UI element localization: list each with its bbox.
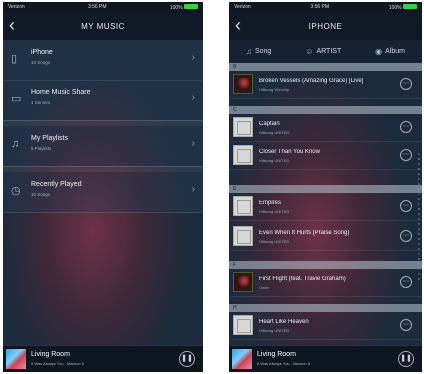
- section-header: E: [229, 185, 422, 193]
- now-playing-bar[interactable]: Living Room It Was Always You - Maroon 5…: [3, 345, 203, 372]
- iphone-songs-screen: Verizon 3:56 PM 100% ‹ IPHONE ♫ Song ☺ ART…: [229, 2, 422, 372]
- tab-label: ARTIST: [316, 47, 342, 55]
- more-options-icon[interactable]: ⋯: [400, 230, 412, 242]
- now-playing-bar[interactable]: Living Room It Was Always You - Maroon 5…: [229, 345, 422, 372]
- my-music-screen: Verizon 3:56 PM 100% ‹ MY MUSIC ▯ iPhone…: [3, 2, 203, 372]
- battery-icon: [184, 3, 198, 9]
- menu-item-label: Recently Played: [31, 181, 82, 188]
- menu-item-sub: 1 Servers: [31, 100, 51, 105]
- section-header: B: [229, 63, 422, 71]
- chevron-right-icon: ›: [191, 138, 195, 149]
- chevron-right-icon: ›: [191, 184, 195, 195]
- clock-label: 3:56 PM: [87, 4, 107, 10]
- song-row[interactable]: First Flight (feat. Travie Graham) Owen …: [229, 269, 422, 297]
- router-icon: ▭: [11, 93, 22, 105]
- tab-song[interactable]: ♫ Song: [246, 47, 271, 56]
- menu-item-recently-played[interactable]: ◷ Recently Played 10 Songs ›: [3, 172, 203, 213]
- chevron-right-icon: ›: [191, 52, 195, 63]
- artist-icon: ☺: [305, 46, 314, 56]
- menu-item-sub: 5 Playlists: [31, 146, 52, 151]
- music-note-icon: ♫: [245, 46, 252, 56]
- status-bar: Verizon 3:56 PM 100%: [3, 2, 203, 12]
- nav-bar: ‹ MY MUSIC: [3, 12, 203, 40]
- clock-label: 3:56 PM: [310, 4, 330, 10]
- more-options-icon[interactable]: ⋯: [400, 78, 412, 90]
- album-art: [6, 349, 26, 369]
- more-options-icon[interactable]: ⋯: [400, 319, 412, 331]
- album-art: [233, 117, 253, 137]
- menu-item-iphone[interactable]: ▯ iPhone 10 Songs ›: [3, 40, 203, 81]
- now-playing-track: It Was Always You - Maroon 5: [257, 361, 310, 366]
- room-name: Living Room: [31, 351, 70, 358]
- song-artist: Hillsong UNITED: [259, 130, 290, 135]
- back-button[interactable]: ‹: [9, 16, 15, 34]
- chevron-right-icon: ›: [191, 92, 195, 103]
- nav-bar: ‹ IPHONE: [229, 12, 422, 40]
- song-row[interactable]: Empires Hillsong UNITED ⋯: [229, 193, 422, 221]
- tab-bar: ♫ Song ☺ ARTIST ◉ Album: [229, 40, 422, 62]
- song-row[interactable]: Closer Than You Know Hillsong UNITED ⋯: [229, 142, 422, 170]
- section-header: F: [229, 261, 422, 269]
- more-options-icon[interactable]: ⋯: [400, 149, 412, 161]
- song-row[interactable]: Broken Vessels (Amazing Grace) [Live] Hi…: [229, 71, 422, 99]
- album-art: [233, 196, 253, 216]
- alphabet-index[interactable]: A B C D E F G H I J K L M N O P Q R S T …: [417, 152, 421, 282]
- album-art: [233, 315, 253, 335]
- album-icon: ◉: [375, 46, 383, 56]
- more-options-icon[interactable]: ⋯: [400, 276, 412, 288]
- back-button[interactable]: ‹: [235, 16, 241, 34]
- song-row[interactable]: Even When It Hurts (Praise Song) Hillson…: [229, 223, 422, 251]
- album-art: [233, 272, 253, 292]
- song-row[interactable]: Heart Like Heaven Hillsong UNITED ⋯: [229, 312, 422, 340]
- song-title: First Flight (feat. Travie Graham): [259, 276, 346, 282]
- song-title: Closer Than You Know: [259, 149, 320, 155]
- tab-label: Song: [254, 47, 272, 55]
- room-name: Living Room: [257, 351, 296, 358]
- menu-item-home-music-share[interactable]: ▭ Home Music Share 1 Servers ›: [3, 80, 203, 121]
- song-artist: Hillsong UNITED: [259, 209, 290, 214]
- song-artist: Owen: [259, 285, 270, 290]
- menu-item-sub: 10 Songs: [31, 60, 51, 65]
- song-artist: Hillsong Worship: [259, 87, 289, 92]
- menu-item-label: iPhone: [31, 49, 53, 56]
- more-options-icon[interactable]: ⋯: [400, 121, 412, 133]
- song-title: Broken Vessels (Amazing Grace) [Live]: [259, 78, 364, 84]
- status-bar: Verizon 3:56 PM 100%: [229, 2, 422, 12]
- page-title: IPHONE: [308, 21, 343, 31]
- battery-icon: [403, 3, 417, 9]
- play-pause-button[interactable]: ❚❚: [179, 351, 195, 367]
- tab-artist[interactable]: ☺ ARTIST: [305, 47, 341, 56]
- battery-label: 100%: [388, 4, 402, 11]
- section-header: H: [229, 304, 422, 312]
- history-icon: ◷: [11, 185, 21, 197]
- menu-item-label: My Playlists: [31, 135, 68, 142]
- song-row[interactable]: Captain Hillsong UNITED ⋯: [229, 114, 422, 142]
- playlist-icon: ♫: [11, 138, 20, 150]
- album-art: [233, 226, 253, 246]
- song-artist: Hillsong UNITED: [259, 328, 290, 333]
- now-playing-track: It Was Always You - Maroon 5: [31, 361, 84, 366]
- album-art: [232, 349, 252, 369]
- more-options-icon[interactable]: ⋯: [400, 200, 412, 212]
- menu-item-my-playlists[interactable]: ♫ My Playlists 5 Playlists ›: [3, 126, 203, 167]
- battery-label: 100%: [169, 4, 183, 11]
- song-artist: Hillsong UNITED: [259, 158, 290, 163]
- play-pause-button[interactable]: ❚❚: [398, 351, 414, 367]
- section-header: C: [229, 106, 422, 114]
- song-artist: Hillsong UNITED: [259, 239, 290, 244]
- album-art: [233, 145, 253, 165]
- tab-album[interactable]: ◉ Album: [375, 47, 405, 56]
- song-title: Empires: [259, 200, 282, 206]
- album-art: [233, 74, 253, 94]
- tab-label: Album: [385, 47, 405, 55]
- menu-item-sub: 10 Songs: [31, 192, 51, 197]
- page-title: MY MUSIC: [81, 21, 125, 31]
- menu-item-label: Home Music Share: [31, 89, 91, 96]
- song-title: Heart Like Heaven: [259, 319, 309, 325]
- carrier-label: Verizon: [234, 4, 251, 10]
- phone-icon: ▯: [11, 53, 18, 65]
- carrier-label: Verizon: [8, 4, 25, 10]
- song-title: Captain: [259, 121, 280, 127]
- song-title: Even When It Hurts (Praise Song): [259, 230, 350, 236]
